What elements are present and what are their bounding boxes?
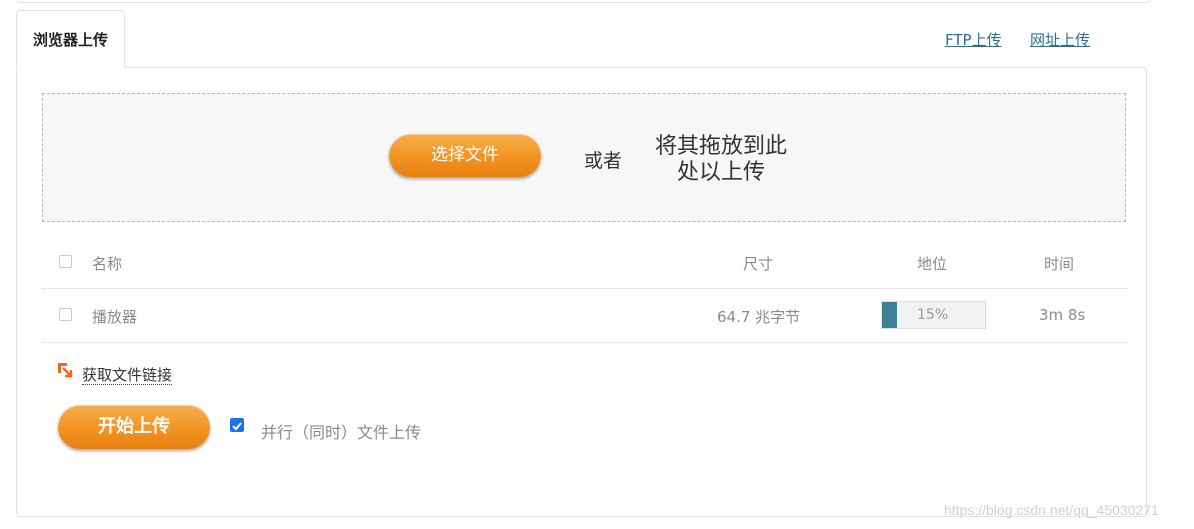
get-file-link[interactable]: 获取文件链接: [82, 366, 173, 385]
checkmark-icon: [232, 422, 242, 431]
or-text: 或者: [584, 150, 623, 172]
progress-fill: [882, 302, 898, 328]
row-file-size: 64.7 兆字节: [717, 308, 801, 326]
row-file-name: 播放器: [92, 308, 138, 326]
upload-progress-bar: 15%: [881, 301, 986, 329]
parallel-upload-checkbox[interactable]: [230, 418, 244, 432]
select-file-button[interactable]: 选择文件: [389, 134, 541, 177]
tab-ftp-upload[interactable]: FTP上传: [945, 29, 1002, 50]
tab-browser-upload[interactable]: 浏览器上传: [16, 10, 125, 68]
drop-hint-line2: 处以上传: [676, 160, 765, 185]
link-icon: [57, 362, 73, 382]
parallel-upload-label: 并行（同时）文件上传: [261, 423, 422, 442]
header-time: 时间: [1044, 255, 1075, 273]
drop-hint-line1: 将其拖放到此: [654, 134, 787, 159]
row-divider: [42, 288, 1127, 289]
watermark: https://blog.csdn.net/qq_45030271: [944, 502, 1159, 518]
progress-label: 15%: [917, 307, 949, 323]
header-status: 地位: [917, 255, 948, 273]
previous-panel-edge: [16, 0, 1150, 3]
start-upload-button[interactable]: 开始上传: [58, 405, 210, 449]
drop-hint: 将其拖放到此 处以上传: [644, 134, 798, 186]
row-checkbox[interactable]: [59, 308, 72, 321]
select-all-checkbox[interactable]: [59, 255, 72, 268]
tab-url-upload[interactable]: 网址上传: [1030, 29, 1090, 50]
header-name: 名称: [92, 255, 123, 273]
row-divider: [42, 342, 1127, 343]
header-size: 尺寸: [743, 255, 774, 273]
row-time: 3m 8s: [1039, 306, 1086, 324]
